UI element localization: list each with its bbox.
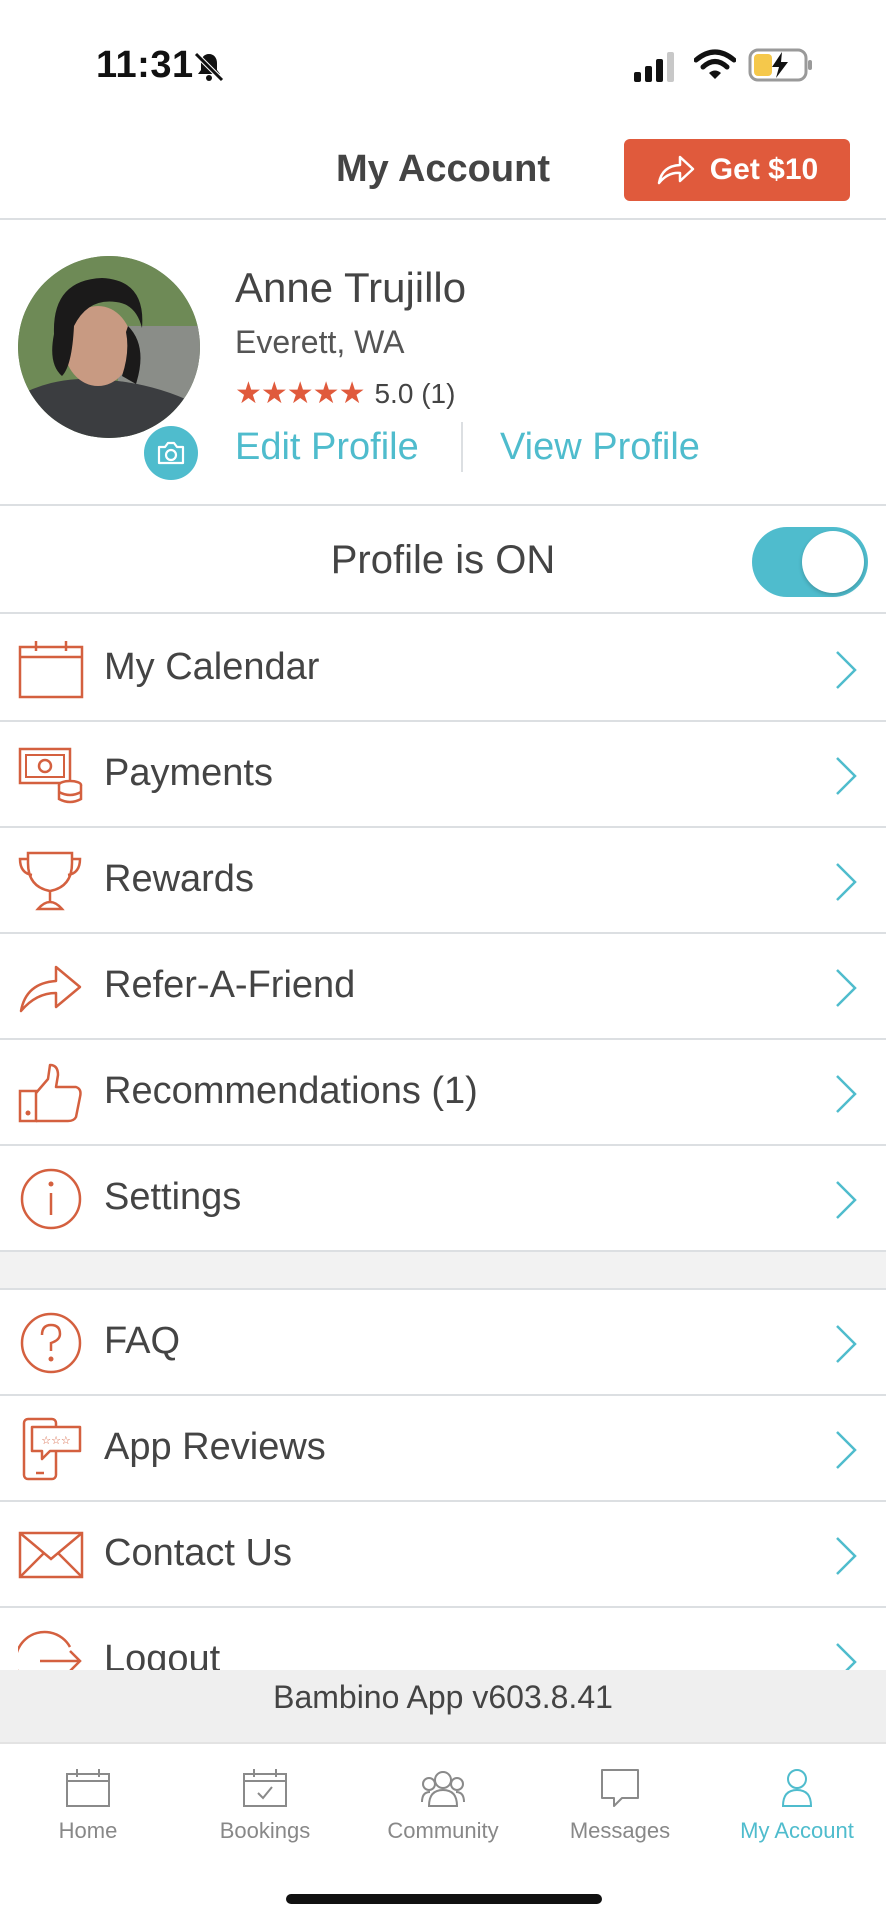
home-indicator (286, 1894, 602, 1904)
chevron-right-icon (836, 1325, 857, 1363)
menu-label: Recommendations (1) (104, 1070, 478, 1112)
chevron-right-icon (836, 1075, 857, 1113)
change-photo-button[interactable] (144, 426, 198, 480)
share-arrow-icon (657, 155, 695, 185)
tab-home[interactable]: Home (3, 1766, 173, 1844)
menu-label: My Calendar (104, 646, 320, 688)
battery-charging-icon (748, 48, 812, 82)
app-version: Bambino App v603.8.41 (0, 1670, 886, 1742)
chevron-right-icon (836, 757, 857, 795)
wifi-icon (694, 49, 736, 79)
tab-label: Messages (569, 1818, 671, 1843)
question-icon (20, 1312, 82, 1374)
chevron-right-icon (836, 651, 857, 689)
profile-card: Anne Trujillo Everett, WA ★★★★★ 5.0 (1) … (0, 222, 886, 506)
menu-label: Contact Us (104, 1532, 292, 1574)
menu-label: Logout (104, 1638, 221, 1670)
menu-item-logout[interactable]: Logout (0, 1608, 886, 1670)
tab-messages[interactable]: Messages (535, 1766, 705, 1844)
tab-my-account[interactable]: My Account (712, 1766, 882, 1844)
section-divider (0, 1252, 886, 1290)
chat-icon (601, 1769, 639, 1807)
envelope-icon (18, 1531, 84, 1579)
menu-label: App Reviews (104, 1426, 326, 1468)
menu-item-settings[interactable]: Settings (0, 1146, 886, 1252)
tab-label: Community (387, 1818, 499, 1843)
view-profile-link[interactable]: View Profile (500, 426, 700, 469)
chevron-right-icon (836, 1537, 857, 1575)
chevron-right-icon (836, 1643, 857, 1670)
menu-label: Refer-A-Friend (104, 964, 356, 1006)
app-reviews-icon: ☆☆☆ (22, 1417, 82, 1481)
menu-item-recommendations[interactable]: Recommendations (1) (0, 1040, 886, 1146)
tab-label: Bookings (219, 1818, 311, 1843)
menu-item-app-reviews[interactable]: ☆☆☆ App Reviews (0, 1396, 886, 1502)
people-icon (421, 1771, 465, 1807)
get-10-label: Get $10 (709, 153, 819, 186)
profile-name: Anne Trujillo (235, 264, 467, 311)
person-icon (781, 1769, 813, 1807)
status-time: 11:31 (96, 44, 194, 86)
rating-value: 5.0 (1) (374, 377, 456, 409)
menu-item-faq[interactable]: FAQ (0, 1290, 886, 1396)
menu-item-contact-us[interactable]: Contact Us (0, 1502, 886, 1608)
svg-text:☆☆☆: ☆☆☆ (41, 1434, 71, 1447)
menu-label: Rewards (104, 858, 254, 900)
silent-bell-icon (194, 52, 224, 82)
tab-label: My Account (740, 1818, 854, 1843)
menu-label: Payments (104, 752, 273, 794)
menu-item-my-calendar[interactable]: My Calendar (0, 616, 886, 722)
profile-location: Everett, WA (235, 324, 405, 360)
get-10-button[interactable]: Get $10 (624, 139, 850, 201)
profile-status-row: Profile is ON (0, 508, 886, 614)
calendar-icon (18, 641, 84, 699)
avatar-photo (18, 256, 200, 438)
chevron-right-icon (836, 863, 857, 901)
chevron-right-icon (836, 1181, 857, 1219)
avatar[interactable] (18, 256, 200, 438)
payments-icon (18, 747, 83, 804)
camera-icon (157, 441, 185, 465)
tab-community[interactable]: Community (358, 1766, 528, 1844)
tab-bookings[interactable]: Bookings (180, 1766, 350, 1844)
profile-status-toggle[interactable] (752, 527, 868, 597)
info-icon (20, 1168, 82, 1230)
link-divider (461, 422, 463, 472)
trophy-icon (18, 851, 82, 911)
calendar-home-icon (66, 1769, 110, 1807)
tab-label: Home (58, 1818, 118, 1843)
status-bar: 11:31 (0, 0, 886, 110)
edit-profile-link[interactable]: Edit Profile (235, 426, 419, 469)
menu-label: FAQ (104, 1320, 181, 1362)
header: My Account Get $10 (0, 110, 886, 220)
chevron-right-icon (836, 969, 857, 1007)
menu-item-refer-a-friend[interactable]: Refer-A-Friend (0, 934, 886, 1040)
thumbs-up-icon (18, 1063, 82, 1123)
cellular-signal-icon (634, 52, 674, 82)
chevron-right-icon (836, 1431, 857, 1469)
logout-icon (18, 1630, 82, 1670)
profile-rating: ★★★★★ 5.0 (1) (235, 376, 455, 411)
rating-stars-icon: ★★★★★ (235, 377, 365, 410)
calendar-check-icon (243, 1769, 287, 1807)
menu-item-payments[interactable]: Payments (0, 722, 886, 828)
menu-label: Settings (104, 1176, 242, 1218)
toggle-knob (802, 531, 864, 593)
share-arrow-icon (19, 965, 82, 1013)
menu-item-rewards[interactable]: Rewards (0, 828, 886, 934)
